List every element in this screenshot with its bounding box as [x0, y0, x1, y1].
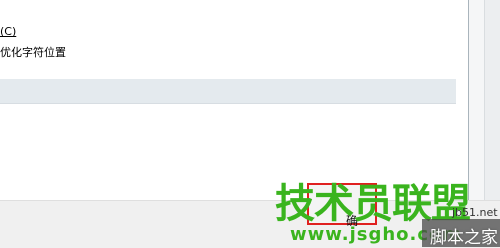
option-optimize-char-position[interactable]: 优化字符位置 [0, 46, 66, 60]
option-c-label: (C) [0, 25, 17, 38]
option-line-c[interactable]: (C) [0, 25, 16, 39]
watermark-side-text: jb51.net [452, 206, 498, 219]
dialog-body: (C) 优化字符位置 [0, 0, 470, 200]
option-optimize-char-position-label: 优化字符位置 [0, 46, 66, 59]
watermark-side-brand: 脚本之家 [430, 228, 498, 248]
section-divider-band [0, 79, 456, 104]
scrollbar-track[interactable] [484, 0, 500, 200]
